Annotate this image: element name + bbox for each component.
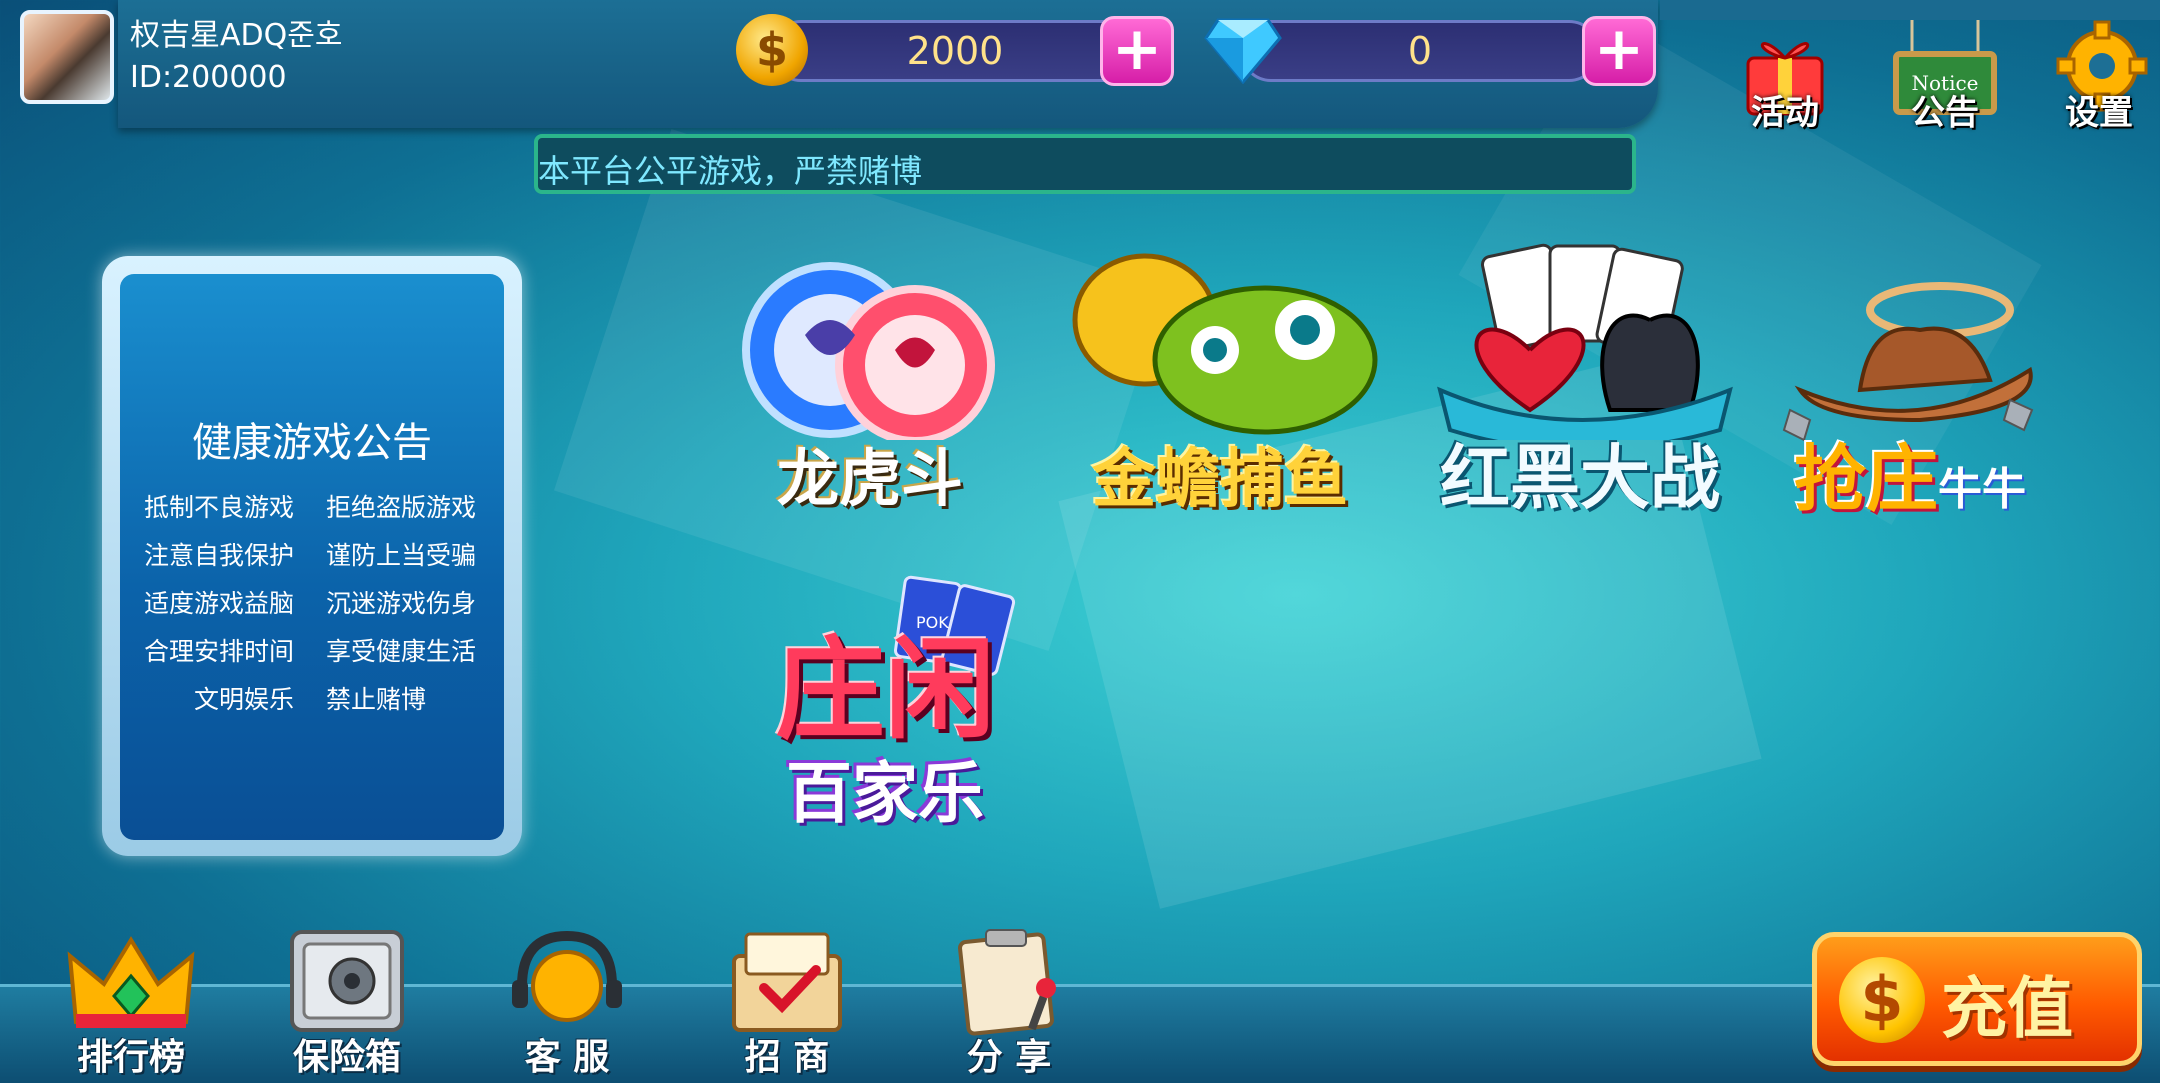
share-label: 分 享 xyxy=(966,1037,1052,1078)
notice-row-right: 谨防上当受骗 xyxy=(326,541,477,570)
game-dragon-tiger[interactable]: 龙虎斗 xyxy=(720,240,1020,520)
notice-button[interactable]: Notice 公告 xyxy=(1890,20,2000,133)
game-red-black-war[interactable]: 红黑大战 xyxy=(1410,240,1750,530)
game-golden-toad-fishing[interactable]: 金蟾捕鱼 xyxy=(1055,240,1385,520)
notice-row-left: 抵制不良游戏 xyxy=(143,493,294,522)
golden-toad-icon xyxy=(1072,253,1378,435)
settings-button[interactable]: 设置 xyxy=(2044,20,2154,133)
notice-row-left: 注意自我保护 xyxy=(143,541,294,570)
settings-label: 设置 xyxy=(2065,93,2133,133)
ranking-label: 排行榜 xyxy=(76,1037,185,1078)
diamond-amount: 0 xyxy=(1407,29,1433,73)
avatar[interactable] xyxy=(20,10,114,104)
diamond-balance: 0 xyxy=(1240,20,1600,82)
gold-amount: 2000 xyxy=(906,29,1004,73)
health-notice-title: 健康游戏公告 xyxy=(192,420,432,466)
red-black-cards-icon xyxy=(1437,243,1733,452)
add-gold-button[interactable]: + xyxy=(1100,16,1174,86)
notice-label: 公告 xyxy=(1911,93,1979,133)
gold-balance: 2000 xyxy=(770,20,1140,82)
notice-row-left: 合理安排时间 xyxy=(143,637,294,666)
grab-banker-sub: 牛牛 xyxy=(1938,464,2026,515)
red-black-title: 红黑大战 xyxy=(1440,437,1720,519)
dragon-tiger-title: 龙虎斗 xyxy=(776,442,963,515)
notice-row-right: 沉迷游戏伤身 xyxy=(326,589,477,618)
clipboard-icon xyxy=(958,929,1056,1036)
crown-icon xyxy=(67,936,195,1028)
checkbox-box-icon xyxy=(732,932,842,1032)
grab-banker-main: 抢庄 xyxy=(1793,437,1938,521)
health-notice-panel: 健康游戏公告 抵制不良游戏 拒绝盗版游戏 注意自我保护 谨防上当受骗 适度游戏益… xyxy=(120,274,504,840)
top-bar-edge xyxy=(1660,0,2160,20)
announcement-marquee: 本平台公平游戏，严禁赌博 xyxy=(534,134,1636,194)
marquee-text: 本平台公平游戏，严禁赌博 xyxy=(538,152,923,190)
golden-toad-title: 金蟾捕鱼 xyxy=(1092,443,1348,517)
game-baccarat[interactable]: POK 庄闲 百家乐 xyxy=(720,570,1050,850)
add-diamond-button[interactable]: + xyxy=(1582,16,1656,86)
user-id: ID:200000 xyxy=(130,60,287,95)
game-grab-banker-niuniu[interactable]: 抢庄牛牛 xyxy=(1770,270,2050,530)
grab-banker-title: 抢庄牛牛 xyxy=(1770,420,2050,525)
notice-row-right: 禁止赌博 xyxy=(326,685,427,714)
notice-row-right: 享受健康生活 xyxy=(326,637,477,666)
customer-service-label: 客 服 xyxy=(524,1037,610,1078)
dragon-tiger-icon xyxy=(742,262,995,445)
username: 权吉星ADQ준호 xyxy=(130,18,343,53)
baccarat-title-bottom: 百家乐 xyxy=(786,755,984,832)
safe-box-button[interactable]: 保险箱 xyxy=(272,926,422,1078)
baccarat-title-top: 庄闲 xyxy=(775,626,995,754)
dollar-coin-icon: $ xyxy=(1839,957,1925,1043)
diamond-icon xyxy=(1204,18,1282,84)
coin-icon: $ xyxy=(736,14,808,86)
recharge-label: 充值 xyxy=(1941,970,2073,1047)
merchant-button[interactable]: 招 商 xyxy=(712,926,862,1078)
activity-button[interactable]: 活动 xyxy=(1730,20,1840,133)
ranking-button[interactable]: 排行榜 xyxy=(56,926,206,1078)
recharge-button[interactable]: $ 充值 xyxy=(1812,932,2142,1066)
safe-box-label: 保险箱 xyxy=(292,1037,401,1078)
notice-row-left: 文明娱乐 xyxy=(193,685,294,714)
share-button[interactable]: 分 享 xyxy=(934,926,1084,1078)
notice-row-right: 拒绝盗版游戏 xyxy=(326,493,477,522)
headset-icon xyxy=(512,930,622,1022)
safe-icon xyxy=(290,930,404,1032)
merchant-label: 招 商 xyxy=(744,1037,830,1078)
notice-row-left: 适度游戏益脑 xyxy=(143,589,294,618)
activity-label: 活动 xyxy=(1751,93,1819,133)
customer-service-button[interactable]: 客 服 xyxy=(492,926,642,1078)
